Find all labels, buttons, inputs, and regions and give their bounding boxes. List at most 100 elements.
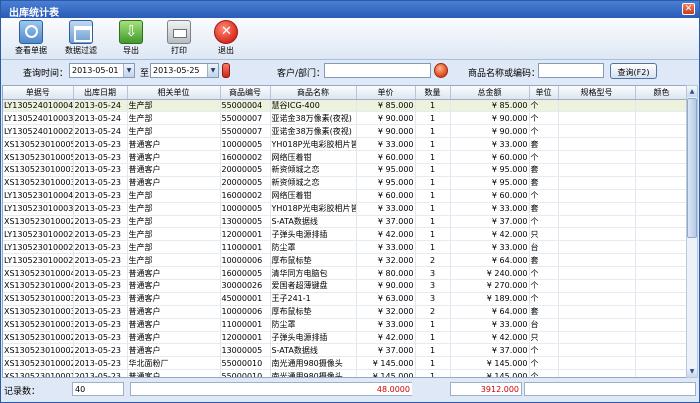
cell-spec [558,292,636,306]
cell-unit: 个 [529,124,559,139]
col-header-item-code[interactable]: 商品编号 [220,86,271,100]
col-header-color[interactable]: 颜色 [635,86,686,100]
cell-unit: 套 [529,202,559,216]
col-header-amount[interactable]: 总金额 [450,86,530,100]
cell-color [635,124,686,139]
scroll-down-icon[interactable]: ▼ [687,366,697,377]
col-header-bill-no[interactable]: 单据号 [3,86,74,100]
table-row[interactable]: LY130523010002 2013-05-23 生产部 11000001 防尘罩 ¥ … [3,240,686,255]
table-row[interactable]: XS130523010001 2013-05-23 普通客户 55000010 南光通用… [3,369,686,377]
date-to-picker[interactable]: 2013-05-25 ▼ [150,63,219,78]
cell-code: 55000007 [220,111,271,126]
table-row[interactable]: XS130523010003 2013-05-23 普通客户 10000006 厚布鼠标… [3,305,686,319]
cell-item: 子弹头电源排插 [270,227,357,242]
cell-amount: ¥ 33.000 [450,240,530,255]
table-row[interactable]: XS130523010003 2013-05-23 普通客户 45000001 王子24… [3,292,686,306]
cell-amount: ¥ 90.000 [450,111,530,126]
cell-bill-no: XS130523010005 [3,137,74,152]
query-button[interactable]: 查询(F2) [610,63,657,79]
cell-price: ¥ 33.000 [356,240,416,255]
cell-qty: 1 [415,99,451,113]
col-header-item-name[interactable]: 商品名称 [270,86,357,100]
date-option-icon[interactable] [222,63,230,78]
cell-amount: ¥ 240.000 [450,266,530,280]
table-row[interactable]: XS130523010004 2013-05-23 普通客户 16000005 清华同方… [3,266,686,280]
table-row[interactable]: XS130523010003 2013-05-23 普通客户 20000005 新资倾城… [3,176,686,190]
export-button[interactable]: 导出 [111,19,151,59]
customer-input[interactable] [324,63,431,78]
col-header-date[interactable]: 出库日期 [73,86,128,100]
table-row[interactable]: LY130523010002 2013-05-23 生产部 12000001 子弹头电源… [3,227,686,242]
cell-unit: 套 [529,176,559,190]
cell-item: 慧谷ICG-400 [270,99,357,113]
data-filter-button[interactable]: 数据过滤 [61,19,101,59]
cell-unit: 个 [529,189,559,203]
cell-unit: 套 [529,305,559,319]
table-row[interactable]: XS130523010003 2013-05-23 普通客户 20000005 新资倾城… [3,163,686,177]
cell-qty: 1 [415,227,451,242]
chevron-down-icon[interactable]: ▼ [123,64,134,77]
export-label: 导出 [123,46,139,55]
cell-code: 13000005 [220,215,271,229]
data-grid[interactable]: 单据号 出库日期 相关单位 商品编号 商品名称 单价 数量 总金额 单位 规格型… [2,85,687,378]
date-from-picker[interactable]: 2013-05-01 ▼ [69,63,135,78]
scroll-thumb[interactable] [687,98,697,238]
table-row[interactable]: XS130523010005 2013-05-23 普通客户 10000005 YH01… [3,137,686,152]
table-row[interactable]: LY130524010003 2013-05-24 生产部 55000007 亚诺金38… [3,111,686,126]
search-customer-icon[interactable] [434,63,448,78]
table-row[interactable]: XS130523010002 2013-05-23 普通客户 12000001 子弹头电… [3,331,686,345]
table-row[interactable]: LY130524010004 2013-05-24 生产部 55000004 慧谷ICG… [3,99,686,113]
cell-item: 子弹头电源排插 [270,331,357,345]
cell-bill-no: LY130524010004 [3,99,74,113]
scroll-up-icon[interactable]: ▲ [687,86,697,97]
view-report-button[interactable]: 查看单据 [11,19,51,59]
cell-spec [558,356,636,371]
table-row[interactable]: XS130523010005 2013-05-23 普通客户 16000002 网络压着… [3,150,686,164]
table-row[interactable]: LY130523010002 2013-05-23 生产部 10000006 厚布鼠标垫… [3,253,686,268]
cell-unit: 个 [529,111,559,126]
cell-qty: 1 [415,163,451,177]
cell-item: 南光通用980摄像头 [270,369,357,377]
col-header-price[interactable]: 单价 [356,86,416,100]
cell-qty: 1 [415,369,451,377]
cell-color [635,240,686,255]
table-row[interactable]: LY130523010003 2013-05-23 生产部 10000005 YH018… [3,202,686,216]
cell-price: ¥ 63.000 [356,292,416,306]
cell-price: ¥ 60.000 [356,150,416,164]
cell-unit: 只 [529,227,559,242]
table-row[interactable]: XS130523010004 2013-05-23 普通客户 30000026 爱国者超… [3,279,686,293]
window-close-button[interactable]: ✕ [682,3,695,15]
cell-price: ¥ 145.000 [356,356,416,371]
table-row[interactable]: XS130523010003 2013-05-23 普通客户 11000001 防尘罩 ¥… [3,318,686,332]
table-row[interactable]: XS130523010002 2013-05-23 普通客户 13000005 S-AT… [3,343,686,358]
exit-button[interactable]: 退出 [206,19,246,59]
exit-label: 退出 [218,46,234,55]
col-header-unit[interactable]: 单位 [529,86,559,100]
cell-color [635,202,686,216]
product-input[interactable] [538,63,604,78]
table-row[interactable]: XS130523010002 2013-05-23 生产部 13000005 S-ATA… [3,215,686,229]
cell-qty: 1 [415,111,451,126]
col-header-unit-party[interactable]: 相关单位 [127,86,221,100]
cell-amount: ¥ 33.000 [450,202,530,216]
cell-qty: 1 [415,137,451,152]
cell-bill-no: XS130523010003 [3,318,74,332]
print-button[interactable]: 打印 [159,19,199,59]
col-header-spec[interactable]: 规格型号 [558,86,636,100]
cell-spec [558,163,636,177]
table-row[interactable]: LY130523010004 2013-05-23 生产部 16000002 网络压着钳… [3,189,686,203]
col-header-qty[interactable]: 数量 [415,86,451,100]
chevron-down-icon[interactable]: ▼ [207,64,218,77]
cell-code: 20000005 [220,176,271,190]
vertical-scrollbar[interactable]: ▲ ▼ [686,85,698,378]
table-row[interactable]: LY130524010002 2013-05-24 生产部 55000007 亚诺金38… [3,124,686,139]
table-row[interactable]: XS130523010002 2013-05-23 华北面粉厂 55000010 南光通… [3,356,686,371]
cell-code: 12000001 [220,227,271,242]
cell-spec [558,176,636,190]
cell-price: ¥ 33.000 [356,137,416,152]
cell-qty: 3 [415,266,451,280]
cell-party: 普通客户 [127,305,221,319]
cell-party: 生产部 [127,111,221,126]
cell-party: 生产部 [127,240,221,255]
total-qty-value: 48.0000 [130,382,412,396]
